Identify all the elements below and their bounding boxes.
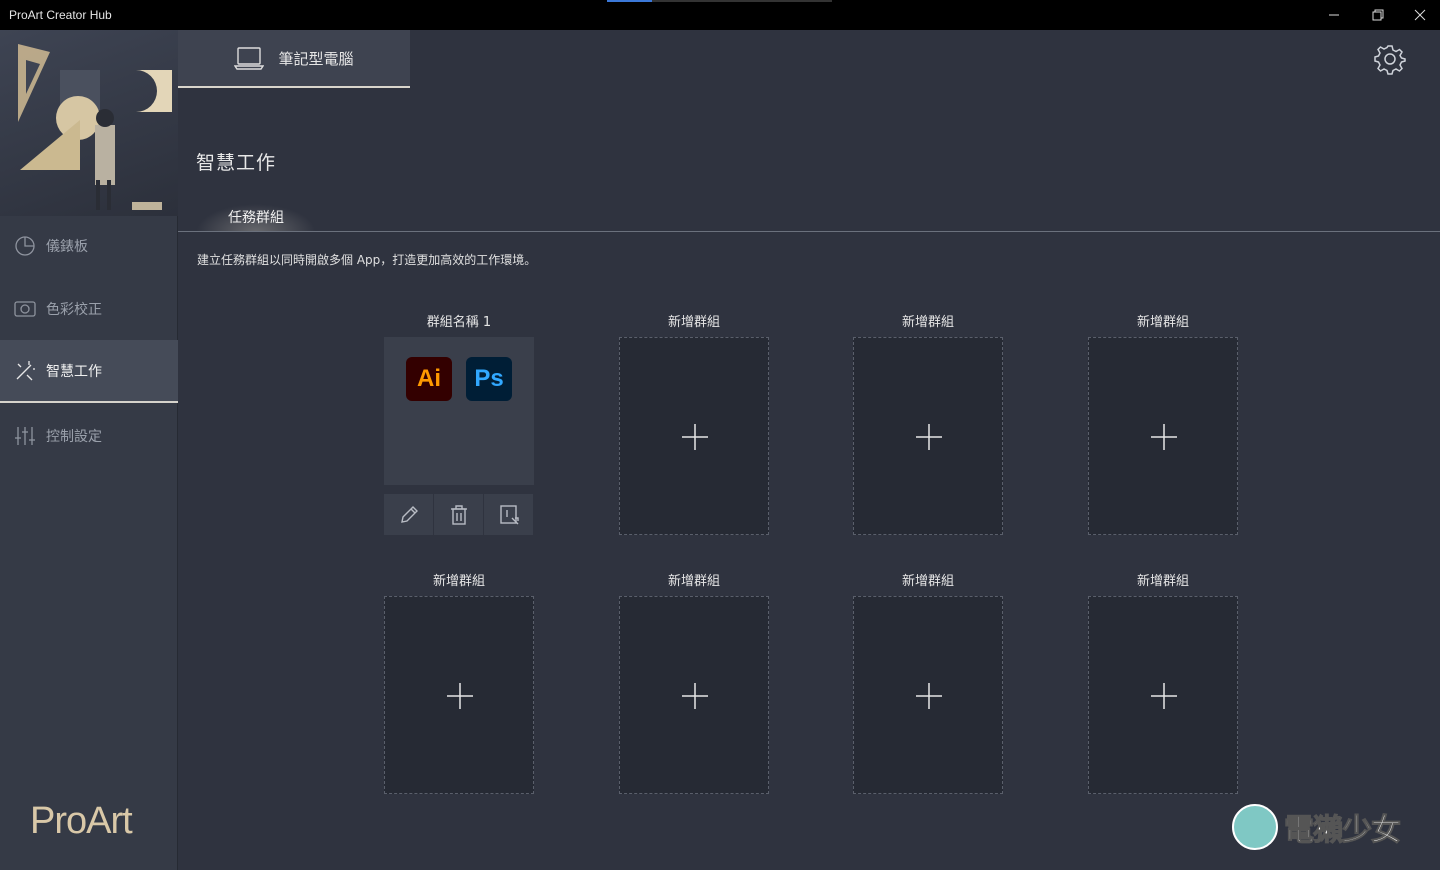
- group-name: 新增群組: [432, 574, 485, 589]
- group-name: 新增群組: [1136, 574, 1189, 589]
- plus-icon: [682, 424, 708, 450]
- minimize-icon: [1329, 14, 1339, 16]
- color-calibration-icon: [14, 300, 36, 317]
- group-card[interactable]: Ai Ps: [384, 337, 534, 485]
- group-name: 新增群組: [901, 315, 954, 330]
- delete-icon: [450, 504, 467, 525]
- restore-button[interactable]: [1356, 0, 1400, 30]
- sidebar-item-smart-work[interactable]: 智慧工作: [0, 340, 178, 403]
- close-button[interactable]: [1398, 0, 1440, 30]
- plus-icon: [1151, 424, 1177, 450]
- launch-group-button[interactable]: [484, 494, 533, 535]
- tab-laptop[interactable]: 筆記型電腦: [178, 30, 410, 88]
- dashboard-pie-icon: [15, 235, 35, 256]
- plus-icon: [916, 683, 942, 709]
- title-bar: ProArt Creator Hub: [0, 0, 1440, 30]
- add-group-button[interactable]: [619, 596, 769, 794]
- add-group-button[interactable]: [619, 337, 769, 535]
- add-group-button[interactable]: [384, 596, 534, 794]
- sidebar-item-color-calibration[interactable]: 色彩校正: [0, 277, 178, 340]
- divider: [178, 231, 1440, 232]
- add-group-button[interactable]: [1088, 337, 1238, 535]
- plus-icon: [682, 683, 708, 709]
- add-group-button[interactable]: [853, 596, 1003, 794]
- sidebar-item-label: 控制設定: [46, 428, 102, 445]
- watermark-text: 電獺少女: [1284, 813, 1402, 849]
- group-name: 新增群組: [667, 315, 720, 330]
- hero-illustration: [0, 30, 178, 216]
- description-text: 建立任務群組以同時開啟多個 App，打造更加高效的工作環境。: [197, 253, 537, 267]
- sidebar-item-control-settings[interactable]: 控制設定: [0, 404, 178, 467]
- loading-progress-bar: [607, 0, 832, 2]
- watermark: 電獺少女: [1232, 800, 1432, 854]
- settings-button[interactable]: [1374, 43, 1406, 75]
- proart-logo: ProArt: [30, 800, 133, 842]
- edit-icon: [400, 505, 418, 523]
- sidebar-item-label: 智慧工作: [46, 363, 102, 380]
- group-actions: [384, 494, 534, 535]
- plus-icon: [447, 683, 473, 709]
- mascot-icon: [1232, 804, 1278, 850]
- tab-task-groups[interactable]: 任務群組: [196, 204, 316, 232]
- tab-laptop-label: 筆記型電腦: [278, 49, 354, 68]
- edit-group-button[interactable]: [384, 494, 433, 535]
- page-title: 智慧工作: [196, 152, 277, 174]
- sidebar: 儀錶板 色彩校正 智慧工作 控制設定 ProArt: [0, 30, 178, 870]
- sidebar-item-dashboard[interactable]: 儀錶板: [0, 214, 178, 277]
- delete-group-button[interactable]: [434, 494, 483, 535]
- group-name: 群組名稱 1: [426, 315, 492, 330]
- group-name: 新增群組: [1136, 315, 1189, 330]
- photoshop-app-icon[interactable]: Ps: [466, 357, 512, 401]
- restore-icon: [1372, 9, 1384, 21]
- sliders-icon: [15, 426, 35, 445]
- close-icon: [1414, 9, 1426, 21]
- magic-wand-icon: [16, 360, 35, 380]
- launch-icon: [499, 504, 519, 524]
- add-group-button[interactable]: [853, 337, 1003, 535]
- sidebar-item-label: 儀錶板: [46, 238, 88, 255]
- window-title: ProArt Creator Hub: [9, 8, 112, 22]
- group-name: 新增群組: [667, 574, 720, 589]
- plus-icon: [1151, 683, 1177, 709]
- illustrator-app-icon[interactable]: Ai: [406, 357, 452, 401]
- add-group-button[interactable]: [1088, 596, 1238, 794]
- laptop-icon: [234, 47, 265, 70]
- gear-icon: [1374, 45, 1406, 75]
- plus-icon: [916, 424, 942, 450]
- minimize-button[interactable]: [1312, 0, 1356, 30]
- sidebar-item-label: 色彩校正: [46, 301, 102, 318]
- group-name: 新增群組: [901, 574, 954, 589]
